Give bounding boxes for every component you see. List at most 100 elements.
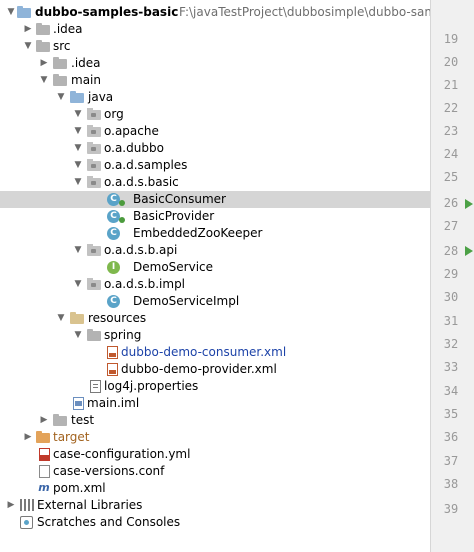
tree-row-demo-service[interactable]: I DemoService (0, 259, 430, 276)
chevron-down-icon[interactable]: ▼ (55, 89, 67, 106)
iml-file-icon (73, 397, 84, 410)
line-number: 31 (443, 314, 459, 328)
tree-item-label: o.a.d.s.b.impl (104, 277, 186, 291)
tree-item-label: main (71, 73, 101, 87)
package-icon (87, 108, 101, 120)
line-number: 32 (443, 337, 459, 351)
maven-icon: m (38, 481, 50, 494)
tree-row-log4j[interactable]: log4j.properties (0, 378, 430, 395)
tree-row-consumer-xml[interactable]: dubbo-demo-consumer.xml (0, 344, 430, 361)
chevron-right-icon[interactable]: ▶ (22, 21, 34, 38)
chevron-down-icon[interactable]: ▼ (38, 72, 50, 89)
tree-item-label: o.a.d.s.basic (104, 175, 179, 189)
line-number: 22 (443, 101, 459, 115)
tree-row-o-a-d-s-b-impl[interactable]: ▼ o.a.d.s.b.impl (0, 276, 430, 293)
line-number: 23 (443, 124, 459, 138)
tree-row-external-libraries[interactable]: ▶ External Libraries (0, 497, 430, 514)
class-icon: C (107, 227, 120, 240)
tree-row-pom[interactable]: m pom.xml (0, 480, 430, 497)
tree-row-embedded-zookeeper[interactable]: C EmbeddedZooKeeper (0, 225, 430, 242)
run-gutter-icon[interactable] (465, 246, 473, 256)
tree-row-provider-xml[interactable]: dubbo-demo-provider.xml (0, 361, 430, 378)
tree-row-main[interactable]: ▼ main (0, 72, 430, 89)
tree-row-basic-provider[interactable]: C BasicProvider (0, 208, 430, 225)
tree-row-idea[interactable]: ▶ .idea (0, 21, 430, 38)
tree-item-label: case-configuration.yml (53, 447, 191, 461)
tree-item-label: o.a.d.s.b.api (104, 243, 178, 257)
tree-row-case-versions[interactable]: case-versions.conf (0, 463, 430, 480)
chevron-down-icon[interactable]: ▼ (72, 140, 84, 157)
line-number: 25 (443, 170, 459, 184)
tree-row-case-configuration[interactable]: case-configuration.yml (0, 446, 430, 463)
tree-row-src-idea[interactable]: ▶ .idea (0, 55, 430, 72)
chevron-down-icon[interactable]: ▼ (72, 327, 84, 344)
runnable-badge-icon (119, 200, 125, 206)
line-number: 30 (443, 290, 459, 304)
tree-row-scratches[interactable]: Scratches and Consoles (0, 514, 430, 531)
line-number: 21 (443, 78, 459, 92)
tree-row-demo-service-impl[interactable]: C DemoServiceImpl (0, 293, 430, 310)
package-icon (87, 176, 101, 188)
tree-item-label: BasicProvider (133, 209, 215, 223)
line-number: 33 (443, 360, 459, 374)
tree-row-test[interactable]: ▶ test (0, 412, 430, 429)
line-number: 27 (443, 219, 459, 233)
package-icon (87, 125, 101, 137)
chevron-right-icon[interactable]: ▶ (38, 412, 50, 429)
tree-item-label: BasicConsumer (133, 192, 226, 206)
tree-row-o-a-d-samples[interactable]: ▼ o.a.d.samples (0, 157, 430, 174)
tree-item-label: target (53, 430, 90, 444)
xml-file-icon (107, 346, 118, 359)
tree-item-label: dubbo-demo-consumer.xml (121, 345, 287, 359)
tree-item-label: test (71, 413, 95, 427)
chevron-right-icon[interactable]: ▶ (38, 55, 50, 72)
tree-item-label: DemoService (133, 260, 214, 274)
tree-item-label: o.a.dubbo (104, 141, 164, 155)
tree-row-basic-consumer[interactable]: C BasicConsumer (0, 191, 430, 208)
tree-item-label: EmbeddedZooKeeper (133, 226, 263, 240)
chevron-down-icon[interactable]: ▼ (55, 310, 67, 327)
package-icon (87, 244, 101, 256)
tree-row-src[interactable]: ▼ src (0, 38, 430, 55)
folder-icon (87, 329, 101, 341)
chevron-down-icon[interactable]: ▼ (72, 106, 84, 123)
tree-row-o-a-d-s-basic[interactable]: ▼ o.a.d.s.basic (0, 174, 430, 191)
line-number: 38 (443, 477, 459, 491)
project-path: F:\javaTestProject\dubbosimple\dubbo-sam… (179, 5, 430, 19)
class-icon: C (107, 295, 120, 308)
editor-gutter: 19 20 21 22 23 24 25 26 27 28 29 30 31 3… (430, 0, 474, 552)
chevron-down-icon[interactable]: ▼ (72, 242, 84, 259)
class-icon: C (107, 193, 120, 206)
tree-row-o-a-d-s-b-api[interactable]: ▼ o.a.d.s.b.api (0, 242, 430, 259)
interface-icon: I (107, 261, 120, 274)
tree-item-label: .idea (53, 22, 83, 36)
chevron-down-icon[interactable]: ▼ (5, 4, 17, 21)
chevron-down-icon[interactable]: ▼ (22, 38, 34, 55)
tree-row-target[interactable]: ▶ target (0, 429, 430, 446)
tree-row-o-a-dubbo[interactable]: ▼ o.a.dubbo (0, 140, 430, 157)
tree-row-org[interactable]: ▼ org (0, 106, 430, 123)
source-root-icon (70, 91, 84, 103)
chevron-down-icon[interactable]: ▼ (72, 174, 84, 191)
package-icon (87, 159, 101, 171)
run-gutter-icon[interactable] (465, 199, 473, 209)
chevron-down-icon[interactable]: ▼ (72, 123, 84, 140)
folder-icon (53, 74, 67, 86)
tree-item-label: DemoServiceImpl (133, 294, 240, 308)
chevron-down-icon[interactable]: ▼ (72, 157, 84, 174)
chevron-right-icon[interactable]: ▶ (5, 497, 17, 514)
tree-row-resources[interactable]: ▼ resources (0, 310, 430, 327)
properties-file-icon (90, 380, 101, 393)
tree-item-label: org (104, 107, 124, 121)
tree-row-project-root[interactable]: ▼ dubbo-samples-basic F:\javaTestProject… (0, 4, 430, 21)
chevron-right-icon[interactable]: ▶ (22, 429, 34, 446)
tree-row-main-iml[interactable]: main.iml (0, 395, 430, 412)
excluded-folder-icon (36, 431, 50, 443)
text-file-icon (39, 465, 50, 478)
tree-row-spring[interactable]: ▼ spring (0, 327, 430, 344)
tree-row-java[interactable]: ▼ java (0, 89, 430, 106)
tree-item-label: o.apache (104, 124, 159, 138)
tree-row-o-apache[interactable]: ▼ o.apache (0, 123, 430, 140)
line-number: 24 (443, 147, 459, 161)
chevron-down-icon[interactable]: ▼ (72, 276, 84, 293)
